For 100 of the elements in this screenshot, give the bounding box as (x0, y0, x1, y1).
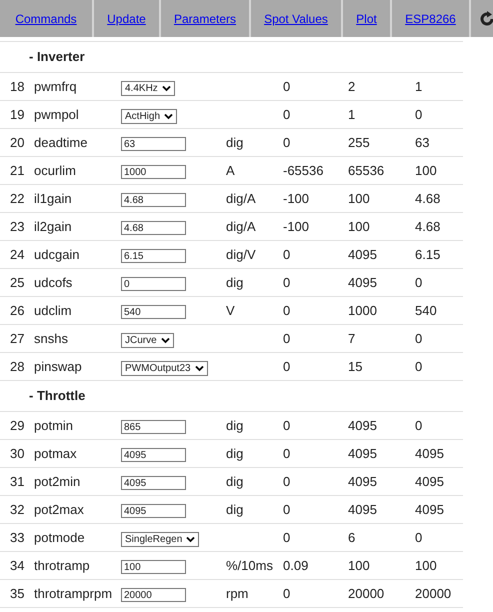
unit: rpm (226, 586, 248, 601)
default-value: 100 (415, 162, 437, 178)
default-value: 4095 (415, 446, 444, 461)
parameter-name: pot2min (34, 474, 80, 489)
default-value: 1 (415, 78, 422, 94)
refresh-icon[interactable] (479, 10, 493, 26)
parameter-name: potmode (34, 530, 85, 545)
default-value: 20000 (415, 586, 452, 601)
nav-link[interactable]: Plot (356, 10, 377, 28)
input-field[interactable]: 4095 (121, 504, 186, 518)
parameter-name: snshs (34, 330, 68, 346)
maximum-value: 100 (348, 218, 370, 234)
minimum-value: -100 (283, 218, 310, 234)
input-field[interactable]: 4095 (121, 448, 186, 462)
dropdown[interactable]: ActHigh (121, 108, 178, 124)
input-field[interactable]: 100 (121, 560, 186, 574)
default-value: 0 (415, 530, 422, 545)
parameter-number: 27 (10, 330, 24, 346)
maximum-value: 4095 (348, 502, 377, 517)
unit: V (226, 302, 235, 318)
parameter-name: udclim (34, 302, 72, 318)
unit: dig (226, 274, 244, 290)
nav-link[interactable]: ESP8266 (405, 10, 456, 28)
section-heading: - Inverter (29, 49, 85, 64)
dropdown[interactable]: SingleRegen (121, 532, 200, 547)
parameter-number: 19 (10, 106, 24, 122)
default-value: 0 (415, 274, 422, 290)
parameter-name: deadtime (34, 134, 88, 150)
maximum-value: 100 (348, 558, 370, 573)
minimum-value: 0 (283, 586, 290, 601)
minimum-value: 0 (283, 78, 290, 94)
parameter-number: 28 (10, 358, 24, 374)
maximum-value: 1 (348, 106, 356, 122)
parameter-name: udcgain (34, 246, 80, 262)
parameter-name: pwmfrq (34, 78, 77, 94)
chevron-down-icon (160, 336, 170, 344)
minimum-value: 0 (283, 446, 290, 461)
maximum-value: 1000 (348, 302, 377, 318)
chevron-down-icon (162, 84, 171, 92)
parameter-name: throtramprpm (34, 586, 112, 601)
input-field[interactable]: 0 (121, 277, 186, 292)
minimum-value: -65536 (283, 162, 324, 178)
input-field[interactable]: 4.68 (121, 193, 186, 208)
default-value: 4.68 (415, 218, 440, 234)
minimum-value: 0 (283, 246, 290, 262)
minimum-value: 0 (283, 106, 290, 122)
dropdown[interactable]: PWMOutput23 (121, 360, 208, 376)
default-value: 4.68 (415, 190, 440, 206)
input-field[interactable]: 63 (121, 137, 186, 152)
parameter-number: 35 (10, 586, 24, 601)
nav-link[interactable]: Spot Values (264, 10, 328, 28)
minimum-value: 0 (283, 418, 290, 433)
nav-link[interactable]: Parameters (174, 10, 236, 28)
default-value: 4095 (415, 502, 444, 517)
parameter-name: ocurlim (34, 162, 76, 178)
unit: %/10ms (226, 558, 273, 573)
input-field[interactable]: 865 (121, 420, 186, 434)
parameter-name: pinswap (34, 358, 82, 374)
minimum-value: 0 (283, 330, 290, 346)
minimum-value: 0 (283, 134, 290, 150)
minimum-value: 0 (283, 530, 290, 545)
maximum-value: 4095 (348, 474, 377, 489)
default-value: 100 (415, 558, 437, 573)
parameter-number: 22 (10, 190, 24, 206)
unit: dig (226, 502, 244, 517)
parameter-number: 24 (10, 246, 24, 262)
dropdown[interactable]: 4.4KHz (121, 80, 175, 96)
maximum-value: 6 (348, 530, 356, 545)
maximum-value: 255 (348, 134, 370, 150)
dropdown[interactable]: JCurve (121, 332, 174, 348)
minimum-value: 0 (283, 274, 290, 290)
unit: dig/A (226, 190, 256, 206)
input-field[interactable]: 540 (121, 305, 186, 320)
unit: dig (226, 474, 244, 489)
input-field[interactable]: 4.68 (121, 221, 186, 236)
default-value: 0 (415, 330, 422, 346)
maximum-value: 7 (348, 330, 356, 346)
parameter-number: 33 (10, 530, 24, 545)
input-field[interactable]: 4095 (121, 476, 186, 490)
parameter-number: 29 (10, 418, 24, 433)
minimum-value: 0 (283, 474, 290, 489)
unit: dig (226, 418, 244, 433)
input-field[interactable]: 1000 (121, 165, 186, 180)
parameter-number: 23 (10, 218, 24, 234)
parameter-name: pot2max (34, 502, 84, 517)
unit: dig/V (226, 246, 256, 262)
input-field[interactable]: 6.15 (121, 249, 186, 264)
parameter-number: 30 (10, 446, 24, 461)
maximum-value: 4095 (348, 274, 377, 290)
nav-link[interactable]: Update (107, 10, 146, 28)
section-heading: - Throttle (29, 388, 86, 404)
chevron-down-icon (186, 536, 196, 543)
unit: dig/A (226, 218, 256, 234)
input-field[interactable]: 20000 (121, 588, 186, 602)
maximum-value: 15 (348, 358, 362, 374)
minimum-value: 0 (283, 502, 290, 517)
minimum-value: 0 (283, 302, 290, 318)
maximum-value: 4095 (348, 246, 377, 262)
maximum-value: 2 (348, 78, 356, 94)
nav-link[interactable]: Commands (15, 10, 77, 28)
